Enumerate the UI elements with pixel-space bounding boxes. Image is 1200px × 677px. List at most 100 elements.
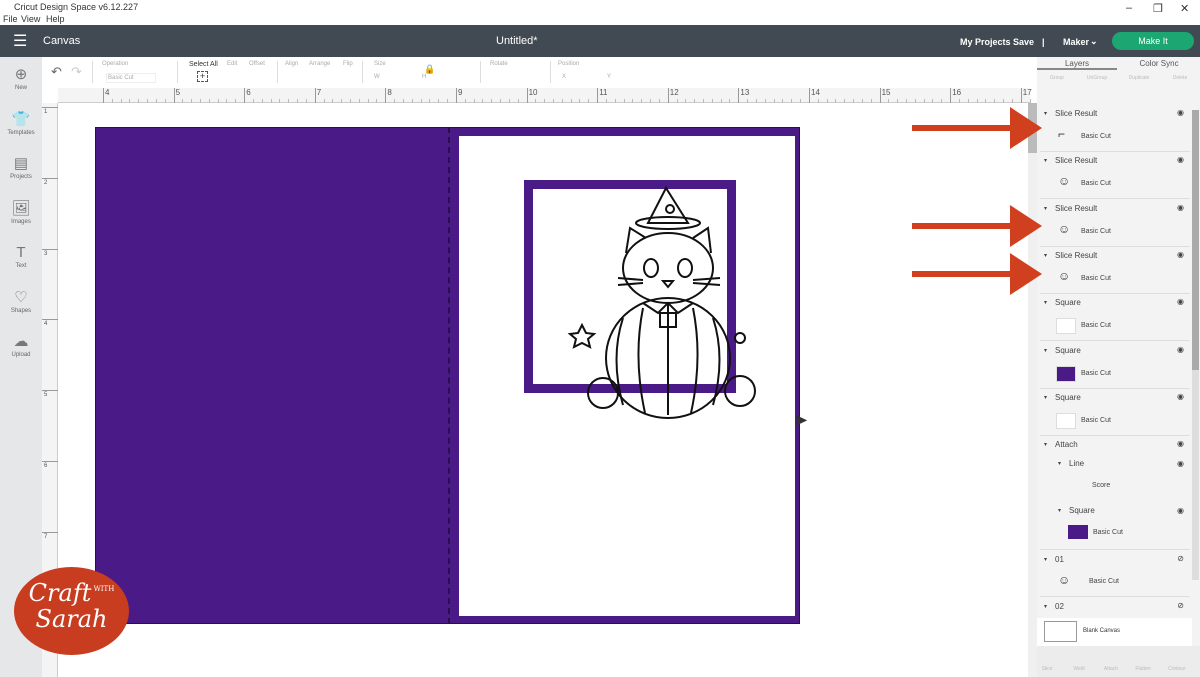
layer-row[interactable]: ▾ Square ◉ Basic Cut (1040, 341, 1190, 389)
hamburger-menu-icon[interactable]: ☰ (13, 31, 27, 51)
layers-scrollbar[interactable] (1192, 110, 1199, 580)
layer-operation: Basic Cut (1081, 133, 1111, 140)
ruler-tick-label: 14 (811, 88, 820, 97)
close-icon[interactable]: ✕ (1180, 2, 1189, 15)
score-line[interactable] (448, 127, 450, 624)
tab-layers[interactable]: Layers (1037, 59, 1117, 70)
my-projects-button[interactable]: My Projects (960, 37, 1011, 47)
size-label: Size (374, 61, 386, 67)
app-header: ☰ Canvas Untitled* My Projects Save | Ma… (0, 25, 1200, 57)
layer-row[interactable]: ▾ Square ◉ Basic Cut (1040, 388, 1190, 436)
layer-attach[interactable]: ▾ Attach ◉ ▾ Line ◉ Score ▾ Square ◉ Basic Cut (1040, 436, 1190, 550)
layer-swatch (1056, 412, 1076, 429)
ruler-tick-label: 6 (246, 88, 251, 97)
align-label[interactable]: Align (285, 61, 298, 67)
operation-select[interactable]: Basic Cut (106, 73, 156, 83)
layer-row[interactable]: ▾ Square ◉ Basic Cut (1040, 294, 1190, 342)
layer-row[interactable]: ▾ Slice Result ◉ ☺ Basic Cut (1040, 199, 1190, 247)
group-button[interactable]: Group (1037, 75, 1077, 81)
menu-view[interactable]: View (21, 14, 40, 24)
machine-select[interactable]: Maker (1063, 37, 1089, 47)
eye-icon[interactable]: ◉ (1177, 108, 1184, 117)
layer-row[interactable]: ▾ Slice Result ◉ ☺ Basic Cut (1040, 152, 1190, 200)
layer-operation: Score (1092, 482, 1111, 489)
caret-down-icon[interactable]: ▾ (1044, 157, 1047, 164)
chevron-down-icon[interactable]: ⌄ (1090, 36, 1098, 47)
minimize-icon[interactable]: – (1126, 2, 1132, 14)
eye-hidden-icon[interactable]: ⊘ (1177, 554, 1184, 563)
eye-icon[interactable]: ◉ (1177, 203, 1184, 212)
delete-button[interactable]: Delete (1160, 75, 1200, 81)
caret-down-icon[interactable]: ▾ (1044, 347, 1047, 354)
width-label: W (374, 74, 380, 80)
ruler-tick (879, 88, 881, 103)
eye-icon[interactable]: ◉ (1177, 297, 1184, 306)
layer-name: Square (1055, 298, 1081, 308)
caret-down-icon[interactable]: ▾ (1044, 252, 1047, 259)
layer-row[interactable]: ▾ Slice Result ◉ ⌐ Basic Cut (1040, 105, 1190, 152)
ruler-tick (456, 88, 457, 103)
layer-name: 02 (1055, 602, 1064, 611)
sidebar-item-images[interactable]: 🖼 Images (0, 199, 42, 225)
annotation-arrow (912, 125, 1012, 131)
eye-icon[interactable]: ◉ (1177, 506, 1184, 515)
canvas-scrollbar[interactable] (1028, 103, 1037, 677)
shapes-icon: ♡ (14, 288, 28, 306)
lock-icon[interactable]: 🔒 (424, 64, 435, 75)
sidebar-item-text[interactable]: T Text (0, 243, 42, 269)
page-title: Canvas (43, 35, 81, 47)
layer-name: Line (1069, 459, 1085, 468)
caret-down-icon[interactable]: ▾ (1044, 394, 1047, 401)
save-button[interactable]: Save (1013, 37, 1034, 47)
menu-file[interactable]: File (3, 14, 18, 24)
sidebar-item-templates[interactable]: 👕 Templates (0, 110, 42, 136)
layer-row[interactable]: ▾ Slice Result ◉ ☺ Basic Cut (1040, 246, 1190, 294)
ruler-tick-label: 5 (175, 88, 181, 97)
sidebar-item-projects[interactable]: ▤ Projects (0, 154, 42, 180)
undo-icon[interactable]: ↶ (51, 64, 62, 80)
eye-icon[interactable]: ◉ (1177, 345, 1184, 354)
duplicate-button[interactable]: Duplicate (1119, 75, 1159, 81)
make-it-button[interactable]: Make It (1112, 32, 1194, 50)
blank-canvas-row[interactable]: Blank Canvas (1037, 618, 1192, 646)
eye-icon[interactable]: ◉ (1177, 439, 1184, 448)
ruler-tick-label: 13 (740, 88, 750, 97)
layer-group-02[interactable]: ▾ 02 ⊘ (1040, 598, 1190, 618)
eye-icon[interactable]: ◉ (1177, 250, 1184, 259)
caret-down-icon[interactable]: ▾ (1044, 205, 1047, 212)
contour-button[interactable]: Contour (1157, 666, 1197, 672)
new-icon: ⊕ (14, 66, 28, 83)
ruler-tick (738, 88, 740, 103)
ruler-tick-label: 16 (952, 88, 962, 97)
layer-group-01[interactable]: ▾ 01 ⊘ ☺ Basic Cut (1040, 551, 1190, 597)
flip-label[interactable]: Flip (343, 61, 353, 67)
sidebar-item-shapes[interactable]: ♡ Shapes (0, 288, 42, 314)
templates-icon: 👕 (11, 110, 31, 128)
tab-color-sync[interactable]: Color Sync (1119, 59, 1199, 68)
caret-down-icon[interactable]: ▾ (1044, 299, 1047, 306)
cat-pumpkin-image[interactable] (548, 183, 768, 423)
sidebar-item-label: New (14, 85, 27, 91)
arrange-label[interactable]: Arrange (309, 61, 330, 67)
eye-icon[interactable]: ◉ (1177, 155, 1184, 164)
ruler-tick-label: 5 (44, 392, 48, 399)
layer-name: Slice Result (1055, 203, 1098, 213)
layer-operation: Basic Cut (1089, 578, 1119, 585)
select-all-icon[interactable]: + (197, 71, 208, 82)
ruler-tick-label: 9 (458, 88, 463, 97)
redo-icon[interactable]: ↷ (71, 64, 82, 80)
eye-icon[interactable]: ◉ (1177, 459, 1184, 468)
caret-down-icon[interactable]: ▾ (1044, 110, 1047, 117)
restore-icon[interactable]: ❐ (1153, 2, 1163, 15)
sidebar-item-upload[interactable]: ☁ Upload (0, 332, 42, 358)
ruler-tick (526, 88, 528, 103)
ruler-tick-label: 7 (44, 533, 48, 540)
eye-icon[interactable]: ◉ (1177, 392, 1184, 401)
layer-name: Attach (1055, 440, 1078, 449)
menu-help[interactable]: Help (46, 14, 65, 24)
sidebar-item-new[interactable]: ⊕ New (0, 65, 42, 91)
eye-hidden-icon[interactable]: ⊘ (1177, 601, 1184, 610)
title-bar: Cricut Design Space v6.12.227 File View … (0, 0, 1200, 25)
design-canvas[interactable]: ➤ (58, 103, 1030, 677)
ungroup-button[interactable]: UnGroup (1077, 75, 1117, 81)
